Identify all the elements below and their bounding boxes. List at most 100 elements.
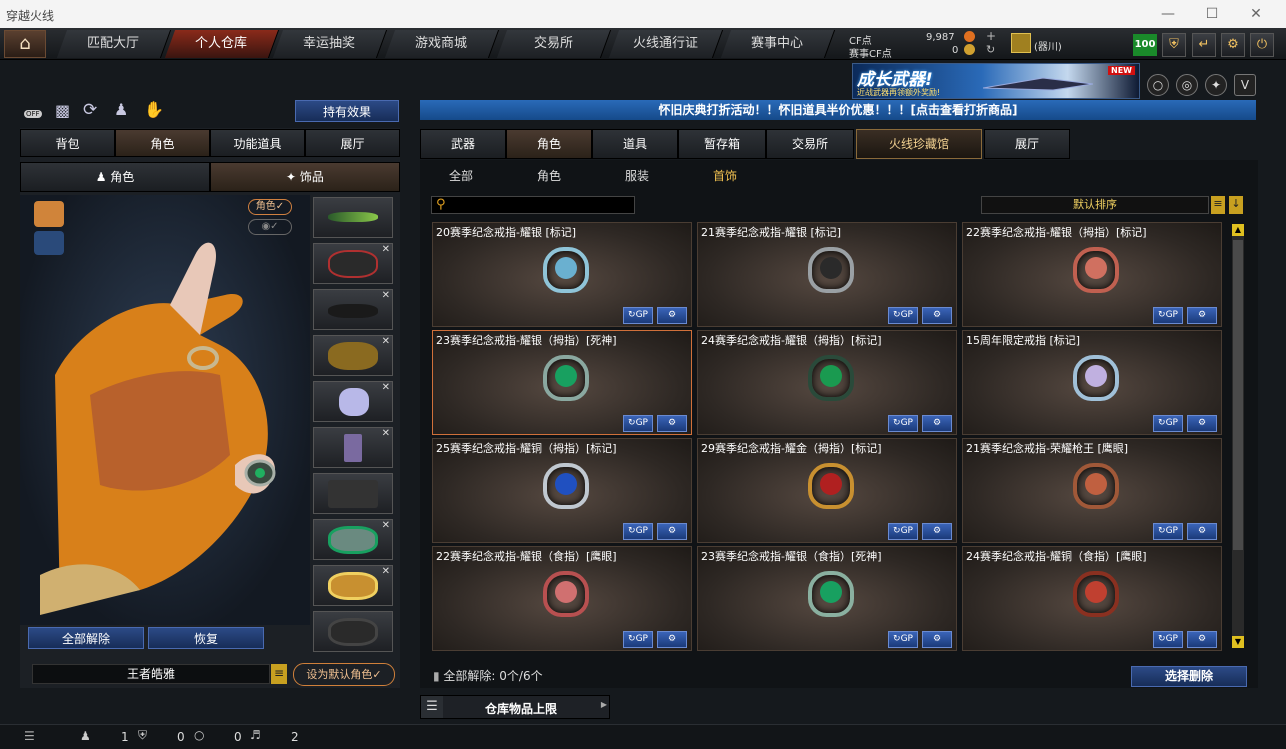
gp-convert-button[interactable]: ↻GP <box>888 307 918 324</box>
item-card[interactable]: 15周年限定戒指 [标记] ↻GP ⚙ <box>962 330 1222 435</box>
scroll-down-icon[interactable]: ▼ <box>1232 636 1244 648</box>
gp-convert-button[interactable]: ↻GP <box>1153 307 1183 324</box>
gp-convert-button[interactable]: ↻GP <box>623 307 653 324</box>
slot-empty[interactable] <box>313 473 393 514</box>
tab-exchange[interactable]: 交易所 <box>496 30 612 58</box>
off-toggle-icon[interactable]: OFF <box>24 110 42 118</box>
chat-icon[interactable]: ○ <box>194 728 204 742</box>
scroll-up-icon[interactable]: ▲ <box>1232 224 1244 236</box>
rtab-weapons[interactable]: 武器 <box>420 129 506 159</box>
remove-icon[interactable]: ✕ <box>382 336 390 347</box>
subtab-all[interactable]: 全部 <box>449 167 473 184</box>
growth-weapon-banner[interactable]: 成长武器! 近战武器再领额外奖励! NEW <box>852 63 1140 99</box>
slot-ring-1[interactable]: ✕ <box>313 519 393 560</box>
rtab-items[interactable]: 道具 <box>592 129 678 159</box>
tab-match-hall[interactable]: 匹配大厅 <box>56 30 172 58</box>
item-settings-button[interactable]: ⚙ <box>1187 307 1217 324</box>
item-card[interactable]: 23赛季纪念戒指-耀银（拇指）[死神] ↻GP ⚙ <box>432 330 692 435</box>
spark-icon[interactable]: ✦ <box>1205 74 1227 96</box>
claw-badge-icon[interactable] <box>34 201 64 227</box>
tab-battle-pass[interactable]: 火线通行证 <box>608 30 724 58</box>
cycle-icon[interactable]: ⟳ <box>83 100 97 120</box>
item-card[interactable]: 23赛季纪念戒指-耀银（食指）[死神] ↻GP ⚙ <box>697 546 957 651</box>
tab-personal-storage[interactable]: 个人仓库 <box>164 30 280 58</box>
item-settings-button[interactable]: ⚙ <box>922 307 952 324</box>
gp-convert-button[interactable]: ↻GP <box>1153 523 1183 540</box>
add-cf-icon[interactable]: + <box>986 29 996 43</box>
remove-icon[interactable]: ✕ <box>382 520 390 531</box>
item-settings-button[interactable]: ⚙ <box>657 307 687 324</box>
hand-icon[interactable]: ✋ <box>144 100 164 119</box>
minimize-icon[interactable]: — <box>1158 4 1178 24</box>
item-card[interactable]: 22赛季纪念戒指-耀银（拇指）[标记] ↻GP ⚙ <box>962 222 1222 327</box>
item-settings-button[interactable]: ⚙ <box>1187 415 1217 432</box>
emblem-icon[interactable]: ○ <box>1147 74 1169 96</box>
slot-ring-empty[interactable] <box>313 611 393 652</box>
gp-convert-button[interactable]: ↻GP <box>888 415 918 432</box>
item-settings-button[interactable]: ⚙ <box>657 631 687 648</box>
home-button[interactable]: ⌂ <box>4 30 46 58</box>
item-settings-button[interactable]: ⚙ <box>1187 631 1217 648</box>
item-card[interactable]: 25赛季纪念戒指-耀铜（拇指）[标记] ↻GP ⚙ <box>432 438 692 543</box>
gp-convert-button[interactable]: ↻GP <box>623 631 653 648</box>
item-card[interactable]: 29赛季纪念戒指-耀金（拇指）[标记] ↻GP ⚙ <box>697 438 957 543</box>
item-settings-button[interactable]: ⚙ <box>922 631 952 648</box>
rtab-temp-storage[interactable]: 暂存箱 <box>678 129 766 159</box>
slot-wings[interactable]: ✕ <box>313 381 393 422</box>
announcement-bar[interactable]: 怀旧庆典打折活动！！怀旧道具半价优惠！！！[点击查看打折商品] <box>420 100 1256 120</box>
item-card[interactable]: 24赛季纪念戒指-耀铜（食指）[鹰眼] ↻GP ⚙ <box>962 546 1222 651</box>
shield-icon[interactable]: ⛨ <box>138 728 147 743</box>
restore-button[interactable]: 恢复 <box>148 627 264 649</box>
remove-icon[interactable]: ✕ <box>382 382 390 393</box>
subtab-jewelry[interactable]: 首饰 <box>713 167 737 184</box>
storage-limit-bar[interactable]: ☰ 仓库物品上限 ▶ <box>420 695 610 719</box>
search-input[interactable]: ⚲ <box>431 196 635 214</box>
mask-badge-icon[interactable] <box>34 231 64 255</box>
character-name-field[interactable]: 王者皓雅 <box>32 664 270 684</box>
tab-showroom[interactable]: 展厅 <box>305 129 400 157</box>
item-card[interactable]: 20赛季纪念戒指-耀银 [标记] ↻GP ⚙ <box>432 222 692 327</box>
clear-all-button[interactable]: 全部解除 <box>28 627 144 649</box>
slot-glasses[interactable]: ✕ <box>313 289 393 330</box>
list-view-icon[interactable]: ≡ <box>1211 196 1225 214</box>
subtab-character[interactable]: 角色 <box>537 167 561 184</box>
remove-icon[interactable]: ✕ <box>382 566 390 577</box>
tab-character[interactable]: 角色 <box>115 129 210 157</box>
stats-icon[interactable]: ▩ <box>55 101 70 120</box>
maximize-icon[interactable]: ☐ <box>1202 4 1222 24</box>
item-settings-button[interactable]: ⚙ <box>922 415 952 432</box>
remove-icon[interactable]: ✕ <box>382 290 390 301</box>
pose-icon[interactable]: ♟ <box>114 100 128 119</box>
tab-lucky-draw[interactable]: 幸运抽奖 <box>272 30 388 58</box>
subtab-clothing[interactable]: 服装 <box>625 167 649 184</box>
select-delete-button[interactable]: 选择删除 <box>1131 666 1247 687</box>
gear-icon[interactable]: ⚙ <box>1221 33 1245 57</box>
list-icon[interactable]: ☰ <box>24 729 35 743</box>
slot-helmet[interactable]: ✕ <box>313 243 393 284</box>
helmet-icon[interactable]: ⛨ <box>1162 33 1186 57</box>
item-card[interactable]: 24赛季纪念戒指-耀银（拇指）[标记] ↻GP ⚙ <box>697 330 957 435</box>
sort-direction-icon[interactable]: ↓ <box>1229 196 1243 214</box>
exit-icon[interactable]: ↵ <box>1192 33 1216 57</box>
gp-convert-button[interactable]: ↻GP <box>623 523 653 540</box>
character-toggle[interactable]: 角色✓ <box>248 199 292 215</box>
gp-convert-button[interactable]: ↻GP <box>888 523 918 540</box>
item-card[interactable]: 21赛季纪念戒指-荣耀枪王 [鹰眼] ↻GP ⚙ <box>962 438 1222 543</box>
tab-function-items[interactable]: 功能道具 <box>210 129 305 157</box>
item-card[interactable]: 21赛季纪念戒指-耀银 [标记] ↻GP ⚙ <box>697 222 957 327</box>
set-default-button[interactable]: 设为默认角色✓ <box>293 663 395 686</box>
gp-convert-button[interactable]: ↻GP <box>888 631 918 648</box>
rtab-exchange[interactable]: 交易所 <box>766 129 854 159</box>
globe-icon[interactable]: ◎ <box>1176 74 1198 96</box>
rtab-showroom[interactable]: 展厅 <box>984 129 1070 159</box>
remove-icon[interactable]: ✕ <box>382 244 390 255</box>
subtab-accessory[interactable]: ✦ 饰品 <box>210 162 400 192</box>
friends-icon[interactable]: ♟ <box>80 729 91 743</box>
item-settings-button[interactable]: ⚙ <box>657 415 687 432</box>
volume-icon[interactable]: ♬ <box>250 728 261 742</box>
item-settings-button[interactable]: ⚙ <box>657 523 687 540</box>
tab-backpack[interactable]: 背包 <box>20 129 115 157</box>
rtab-collection[interactable]: 火线珍藏馆 <box>856 129 982 159</box>
close-icon[interactable]: ✕ <box>1246 4 1266 24</box>
slot-armor[interactable]: ✕ <box>313 335 393 376</box>
